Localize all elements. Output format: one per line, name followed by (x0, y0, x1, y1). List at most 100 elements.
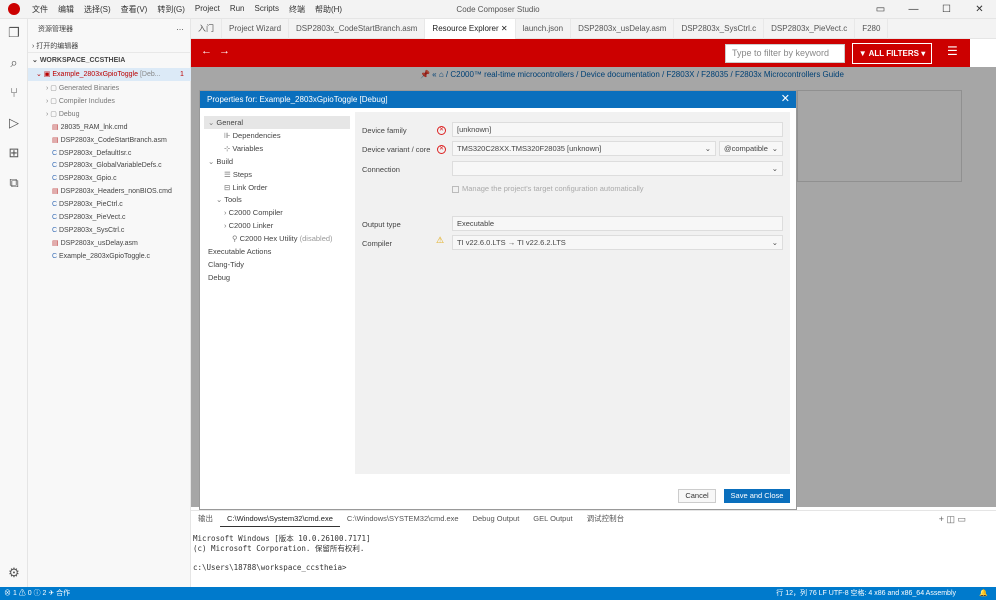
menu-hamburger-icon[interactable]: ☰ (947, 44, 958, 58)
tab-label: DSP2803x_usDelay.asm (578, 24, 667, 33)
sidebar-file-item[interactable]: ▤ 28035_RAM_lnk.cmd (28, 121, 191, 134)
tree-item-general[interactable]: ⌄ General (204, 116, 350, 129)
sidebar-file-label: Example_2803xGpioToggle.c (59, 252, 151, 260)
status-right[interactable]: 行 12，列 76 LF UTF-8 空格: 4 x86 and x86_64 … (776, 587, 956, 600)
all-filters-button[interactable]: ▼ ALL FILTERS ▾ (852, 43, 932, 64)
workspace-section[interactable]: ⌄ WORKSPACE_CCSTHEIA (28, 54, 191, 67)
device-family-field[interactable]: [unknown] (452, 122, 783, 137)
editor-tab[interactable]: 入门 (191, 19, 222, 39)
sidebar-file-item[interactable]: C DSP2803x_GlobalVariableDefs.c (28, 159, 191, 172)
tree-item-label: C2000 Compiler (228, 208, 283, 218)
tree-item-tools[interactable]: ⌄ Tools (204, 193, 242, 206)
manage-config-checkbox[interactable]: Manage the project's target configuratio… (452, 184, 644, 193)
editor-tab[interactable]: DSP2803x_PieVect.c (764, 19, 856, 39)
panel-actions[interactable]: + ◫ ▭ (939, 514, 966, 525)
tree-item-dependencies[interactable]: ⊪ Dependencies (204, 129, 281, 142)
tree-item-clang-tidy[interactable]: Clang-Tidy (204, 258, 244, 271)
panel-tab[interactable]: Debug Output (466, 511, 527, 527)
tree-item-variables[interactable]: ⊹ Variables (204, 142, 263, 155)
file-icon: ▤ (52, 239, 61, 247)
more-actions-icon[interactable]: … (176, 23, 184, 32)
explorer-icon[interactable]: ❐ (6, 25, 22, 41)
sidebar-file-label: 28035_RAM_lnk.cmd (60, 123, 128, 131)
tree-item-c2000-compiler[interactable]: › C2000 Compiler (204, 206, 283, 219)
panel-tab[interactable]: C:\Windows\System32\cmd.exe (220, 511, 340, 527)
panel-tab[interactable]: 调试控制台 (580, 511, 632, 527)
sidebar-file-item[interactable]: C DSP2803x_Gpio.c (28, 172, 191, 185)
sidebar-file-item[interactable]: C DSP2803x_PieVect.c (28, 211, 191, 224)
sidebar-file-label: DSP2803x_Gpio.c (59, 175, 117, 183)
device-variant-select[interactable]: TMS320C28XX.TMS320F28035 [unknown] ⌄ (452, 141, 716, 156)
steps-icon: ☰ (224, 169, 233, 179)
sidebar-file-item[interactable]: C DSP2803x_PieCtrl.c (28, 198, 191, 211)
tree-item-executable-actions[interactable]: Executable Actions (204, 245, 271, 258)
dialog-close-icon[interactable]: ✕ (781, 91, 790, 108)
tree-item-steps[interactable]: ☰ Steps (204, 168, 252, 181)
close-icon[interactable]: ✕ (499, 24, 508, 33)
editor-tab[interactable]: DSP2803x_CodeStartBranch.asm (289, 19, 426, 39)
panel-tab[interactable]: GEL Output (526, 511, 579, 527)
status-left[interactable]: ⊗ 1 ⚠ 0 ⓘ 2 ✈ 合作 (4, 587, 70, 600)
settings-gear-icon[interactable]: ⚙ (6, 565, 22, 581)
close-window-button[interactable]: ✕ (963, 0, 996, 19)
project-root[interactable]: ⌄ ▣ Example_2803xGpioToggle [Deb... 1 (28, 68, 191, 81)
editor-tab[interactable]: DSP2803x_SysCtrl.c (674, 19, 765, 39)
tab-label: DSP2803x_SysCtrl.c (681, 24, 757, 33)
editor-tab[interactable]: launch.json (516, 19, 572, 39)
minimize-button[interactable]: — (897, 0, 930, 19)
tree-item-debug[interactable]: Debug (204, 271, 230, 284)
sidebar-file-item[interactable]: C DSP2803x_SysCtrl.c (28, 224, 191, 237)
layout-icon[interactable]: ▭ (864, 0, 897, 19)
chart-icon[interactable]: ⧉ (6, 175, 22, 191)
filter-input[interactable]: Type to filter by keyword (725, 44, 845, 63)
editor-tab[interactable]: DSP2803x_usDelay.asm (571, 19, 675, 39)
file-icon: C (52, 214, 59, 221)
extensions-icon[interactable]: ⊞ (6, 145, 22, 161)
back-arrow-icon[interactable]: ← (201, 45, 212, 57)
chevron-down-icon: ⌄ (771, 144, 778, 153)
window-title: Code Composer Studio (456, 5, 540, 14)
editor-tab[interactable]: F280 (855, 19, 889, 39)
tab-label: 入门 (198, 24, 214, 33)
compiler-select[interactable]: TI v22.6.0.LTS → TI v22.6.2.LTS ⌄ (452, 235, 783, 250)
tab-label: Resource Explorer (432, 24, 499, 33)
sidebar-file-item[interactable]: ▤ DSP2803x_usDelay.asm (28, 237, 191, 250)
sidebar-file-label: Debug (58, 110, 80, 118)
sidebar-file-item[interactable]: C DSP2803x_DefaultIsr.c (28, 147, 191, 160)
output-type-field[interactable]: Executable (452, 216, 783, 231)
open-editors-section[interactable]: › 打开的编辑器 (28, 40, 191, 53)
tree-item-label: Debug (208, 272, 231, 282)
panel-tab[interactable]: 输出 (191, 511, 220, 527)
maximize-button[interactable]: ☐ (930, 0, 963, 19)
file-icon: ▤ (52, 123, 61, 131)
run-debug-icon[interactable]: ▷ (6, 115, 22, 131)
tree-item-c2000-hex-utility[interactable]: ⚲ C2000 Hex Utility (disabled) (204, 232, 333, 245)
source-control-icon[interactable]: ⑂ (6, 85, 22, 101)
sidebar-file-item[interactable]: › ▢ Debug (28, 108, 191, 121)
tree-item-build[interactable]: ⌄ Build (204, 155, 233, 168)
sidebar-file-item[interactable]: ▤ DSP2803x_Headers_nonBIOS.cmd (28, 185, 191, 198)
window-controls: ▭ — ☐ ✕ (864, 0, 996, 19)
editor-tab[interactable]: Project Wizard (222, 19, 290, 39)
sidebar-file-item[interactable]: ▤ DSP2803x_CodeStartBranch.asm (28, 134, 191, 147)
sidebar-file-item[interactable]: › ▢ Compiler Includes (28, 95, 191, 108)
compatible-select[interactable]: @compatible ⌄ (719, 141, 783, 156)
bottom-panel: 输出 C:\Windows\System32\cmd.exe C:\Windows\… (191, 510, 996, 587)
forward-arrow-icon[interactable]: → (219, 45, 230, 57)
save-and-close-button[interactable]: Save and Close (724, 489, 790, 503)
tree-item-label: Tools (224, 195, 242, 205)
device-variant-label: Device variant / core (362, 145, 431, 154)
connection-select[interactable]: ⌄ (452, 161, 783, 176)
panel-tab[interactable]: C:\Windows\SYSTEM32\cmd.exe (340, 511, 466, 527)
bell-icon[interactable]: 🔔 (979, 587, 988, 600)
tree-item-c2000-linker[interactable]: › C2000 Linker (204, 219, 273, 232)
cancel-button[interactable]: Cancel (678, 489, 716, 503)
activity-bar: ❐ ⌕ ⑂ ▷ ⊞ ⧉ ⚙ (0, 19, 28, 587)
sidebar-file-item[interactable]: C Example_2803xGpioToggle.c (28, 250, 191, 263)
editor-tab[interactable]: Resource Explorer ✕ (425, 19, 516, 39)
tree-item-link-order[interactable]: ⊟ Link Order (204, 181, 267, 194)
error-icon: ✕ (437, 126, 446, 135)
sidebar-file-item[interactable]: › ▢ Generated Binaries (28, 82, 191, 95)
properties-panel: Device family ✕ [unknown] Device variant… (355, 112, 790, 474)
search-icon[interactable]: ⌕ (6, 55, 22, 71)
